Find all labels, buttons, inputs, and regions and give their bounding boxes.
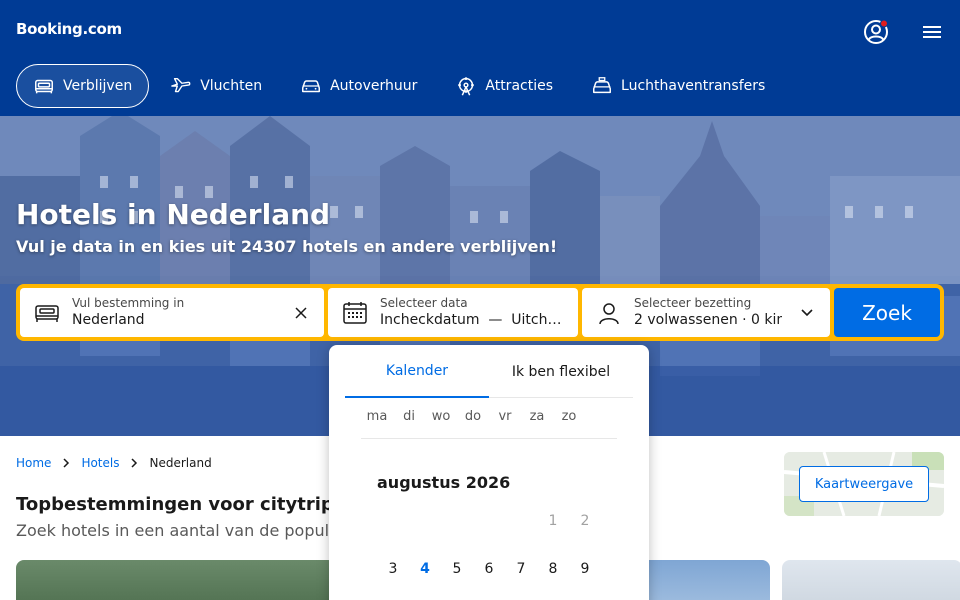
date-picker-tabs: Kalender Ik ben flexibel — [345, 345, 633, 398]
chevron-right-icon — [63, 458, 70, 468]
nav-item-vluchten[interactable]: Vluchten — [153, 64, 279, 108]
calendar-day[interactable]: 7 — [505, 561, 537, 577]
weekday-header: ma di wo do vr za zo — [361, 403, 617, 439]
destination-card[interactable] — [782, 560, 960, 600]
header: Booking.com Verblijven Vluchten Autoverh… — [0, 0, 960, 116]
tab-calendar[interactable]: Kalender — [345, 345, 489, 398]
section-title: Topbestemmingen voor citytrips — [16, 494, 345, 515]
hamburger-menu-icon[interactable] — [921, 22, 943, 42]
destination-input[interactable]: Nederland — [72, 312, 272, 328]
calendar-day: 1 — [548, 513, 558, 529]
calendar-icon — [343, 302, 367, 324]
weekday-label: zo — [561, 409, 577, 424]
attraction-icon — [458, 77, 475, 96]
nav-item-verblijven[interactable]: Verblijven — [16, 64, 150, 108]
nav-item-label: Attracties — [485, 78, 554, 94]
account-icon[interactable] — [863, 19, 889, 45]
occupancy-field[interactable]: Selecteer bezetting 2 volwassenen · 0 ki… — [582, 288, 830, 337]
calendar-day[interactable]: 5 — [441, 561, 473, 577]
destination-card[interactable] — [16, 560, 336, 600]
destination-card[interactable] — [640, 560, 770, 600]
nav-item-label: Vluchten — [200, 78, 263, 94]
occupancy-label: Selecteer bezetting — [634, 296, 752, 310]
nav-item-label: Autoverhuur — [330, 78, 418, 94]
weekday-label: ma — [366, 409, 388, 424]
destination-field[interactable]: Vul bestemming in Nederland — [20, 288, 324, 337]
page-title: Hotels in Nederland — [16, 198, 331, 231]
plane-icon — [171, 77, 191, 93]
taxi-icon — [593, 77, 611, 94]
clear-icon[interactable] — [294, 306, 308, 320]
chevron-down-icon[interactable] — [800, 306, 814, 320]
nav-item-label: Verblijven — [63, 78, 133, 94]
search-bar: Vul bestemming in Nederland Selecteer da… — [16, 284, 944, 341]
date-field[interactable]: Selecteer data Incheckdatum — Uitcheckda… — [328, 288, 578, 337]
page-subtitle: Vul je data in en kies uit 24307 hotels … — [16, 237, 558, 256]
car-icon — [302, 80, 321, 93]
search-button[interactable]: Zoek — [834, 288, 940, 337]
breadcrumb-hotels[interactable]: Hotels — [81, 456, 119, 470]
calendar-day-today[interactable]: 4 — [409, 561, 441, 577]
weekday-label: za — [529, 409, 545, 424]
weekday-label: wo — [431, 409, 451, 424]
bed-icon — [35, 305, 59, 322]
calendar-day[interactable]: 3 — [377, 561, 409, 577]
date-label: Selecteer data — [380, 296, 468, 310]
nav-item-label: Luchthaventransfers — [621, 78, 766, 94]
weekday-label: vr — [498, 409, 512, 424]
calendar-day[interactable]: 6 — [473, 561, 505, 577]
bed-icon — [35, 79, 53, 94]
calendar-month-title: augustus 2026 — [377, 473, 511, 492]
weekday-label: di — [403, 409, 415, 424]
calendar-day[interactable]: 8 — [537, 561, 569, 577]
breadcrumb: Home Hotels Nederland — [16, 456, 212, 470]
destination-label: Vul bestemming in — [72, 296, 185, 310]
chevron-right-icon — [131, 458, 138, 468]
nav-item-attracties[interactable]: Attracties — [438, 64, 570, 108]
person-icon — [599, 303, 619, 325]
nav-item-luchthaventransfers[interactable]: Luchthaventransfers — [574, 64, 782, 108]
occupancy-value[interactable]: 2 volwassenen · 0 kinderen · 1 kamer — [634, 312, 782, 328]
date-picker-dropdown: Kalender Ik ben flexibel ma di wo do vr … — [329, 345, 649, 600]
date-value[interactable]: Incheckdatum — Uitcheckdatum — [380, 312, 564, 328]
map-view-button[interactable]: Kaartweergave — [799, 466, 929, 502]
tab-flexible[interactable]: Ik ben flexibel — [489, 345, 633, 398]
breadcrumb-home[interactable]: Home — [16, 456, 51, 470]
calendar-day: 2 — [580, 513, 590, 529]
breadcrumb-current: Nederland — [149, 456, 212, 470]
booking-logo[interactable]: Booking.com — [16, 20, 122, 38]
nav-item-autoverhuur[interactable]: Autoverhuur — [283, 64, 434, 108]
product-nav: Verblijven Vluchten Autoverhuur Attracti… — [16, 64, 786, 108]
calendar-day[interactable]: 9 — [569, 561, 601, 577]
weekday-label: do — [464, 409, 482, 424]
